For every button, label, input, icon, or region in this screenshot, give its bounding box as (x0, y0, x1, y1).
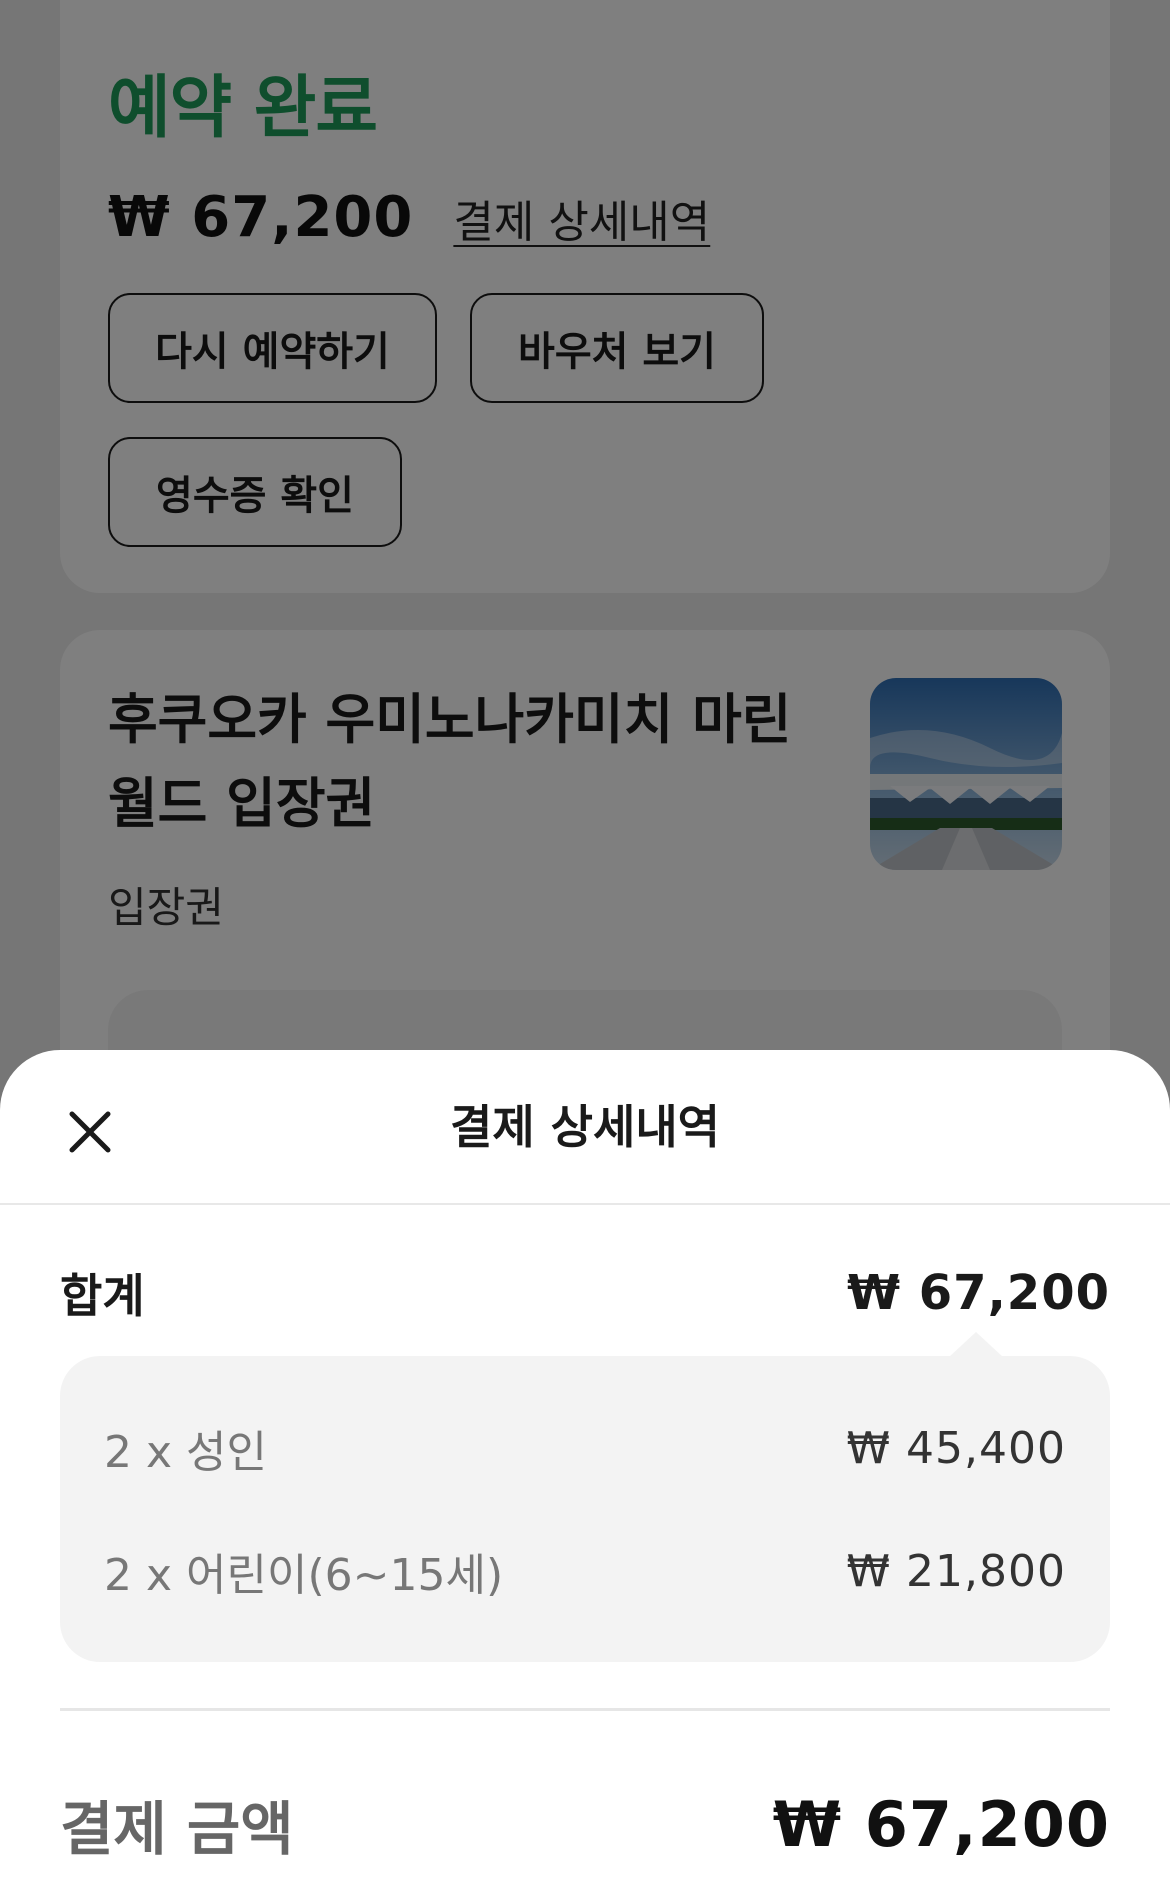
payment-amount-value: ₩ 67,200 (772, 1787, 1110, 1861)
divider (60, 1708, 1110, 1711)
payment-detail-sheet: 결제 상세내역 합계 ₩ 67,200 2 x 성인 ₩ 45,400 2 x … (0, 1050, 1170, 1889)
sheet-title: 결제 상세내역 (450, 1100, 720, 1154)
subtotal-value: ₩ 67,200 (847, 1265, 1110, 1321)
price-breakdown: 2 x 성인 ₩ 45,400 2 x 어린이(6~15세) ₩ 21,800 (60, 1356, 1110, 1662)
breakdown-pointer (948, 1332, 1004, 1358)
breakdown-label: 2 x 어린이(6~15세) (104, 1550, 504, 1601)
close-icon[interactable] (60, 1102, 120, 1162)
subtotal-row: 합계 ₩ 67,200 (60, 1260, 1110, 1326)
breakdown-row-child: 2 x 어린이(6~15세) ₩ 21,800 (104, 1539, 1066, 1603)
payment-amount-label: 결제 금액 (60, 1795, 294, 1863)
breakdown-label: 2 x 성인 (104, 1427, 267, 1478)
payment-amount-row: 결제 금액 ₩ 67,200 (60, 1782, 1110, 1866)
breakdown-value: ₩ 21,800 (846, 1545, 1066, 1597)
breakdown-value: ₩ 45,400 (846, 1422, 1066, 1474)
breakdown-row-adult: 2 x 성인 ₩ 45,400 (104, 1416, 1066, 1480)
subtotal-label: 합계 (60, 1269, 145, 1323)
sheet-header: 결제 상세내역 (0, 1050, 1170, 1205)
